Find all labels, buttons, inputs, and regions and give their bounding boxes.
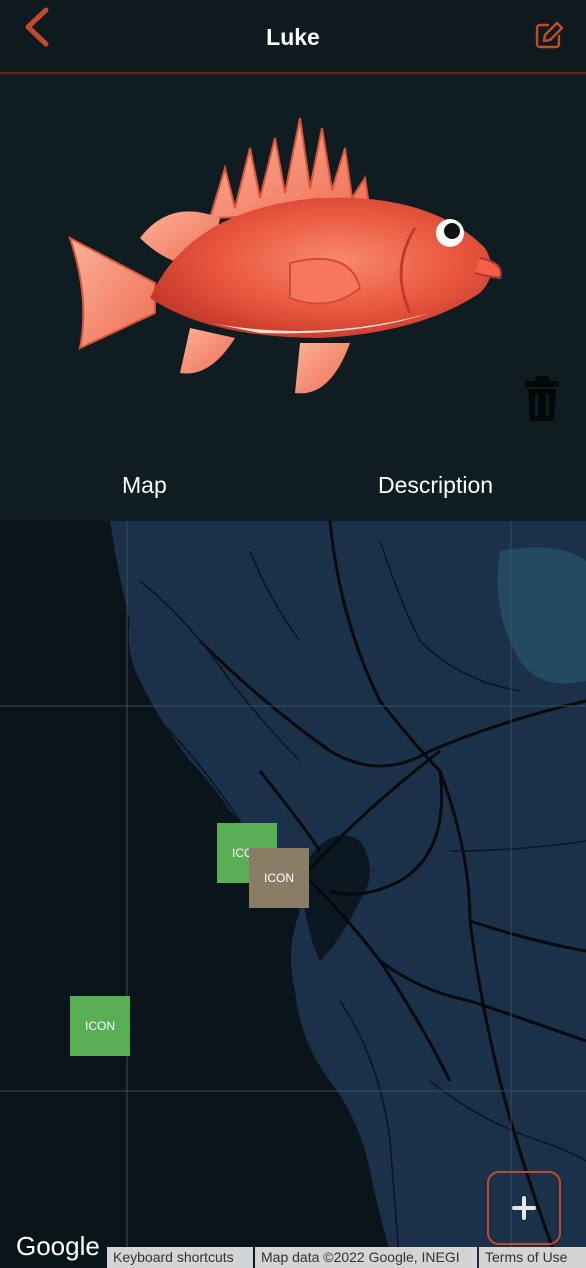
trash-icon xyxy=(525,376,559,421)
map-view[interactable]: ICON ICON ICON Google Keyboard shortcuts… xyxy=(0,521,586,1268)
map-data-attribution: Map data ©2022 Google, INEGI xyxy=(255,1247,477,1268)
page-title: Luke xyxy=(266,24,320,50)
edit-button[interactable] xyxy=(532,18,566,52)
marker-label: ICON xyxy=(85,1019,115,1033)
terms-of-use-link[interactable]: Terms of Use xyxy=(479,1247,586,1268)
delete-button[interactable] xyxy=(522,374,562,429)
tab-description[interactable]: Description xyxy=(378,472,493,499)
keyboard-shortcuts-link[interactable]: Keyboard shortcuts xyxy=(107,1247,253,1268)
fish-hero: Map Description xyxy=(0,74,586,521)
app-header: Luke xyxy=(0,0,586,74)
map-marker[interactable]: ICON xyxy=(70,996,130,1056)
map-marker[interactable]: ICON xyxy=(249,848,309,908)
tab-map[interactable]: Map xyxy=(122,472,167,499)
add-button[interactable] xyxy=(487,1171,561,1245)
edit-icon xyxy=(535,21,564,49)
google-logo: Google xyxy=(16,1231,100,1261)
marker-label: ICON xyxy=(264,871,294,885)
red-fish-illustration xyxy=(68,117,502,394)
plus-icon xyxy=(512,1196,536,1220)
